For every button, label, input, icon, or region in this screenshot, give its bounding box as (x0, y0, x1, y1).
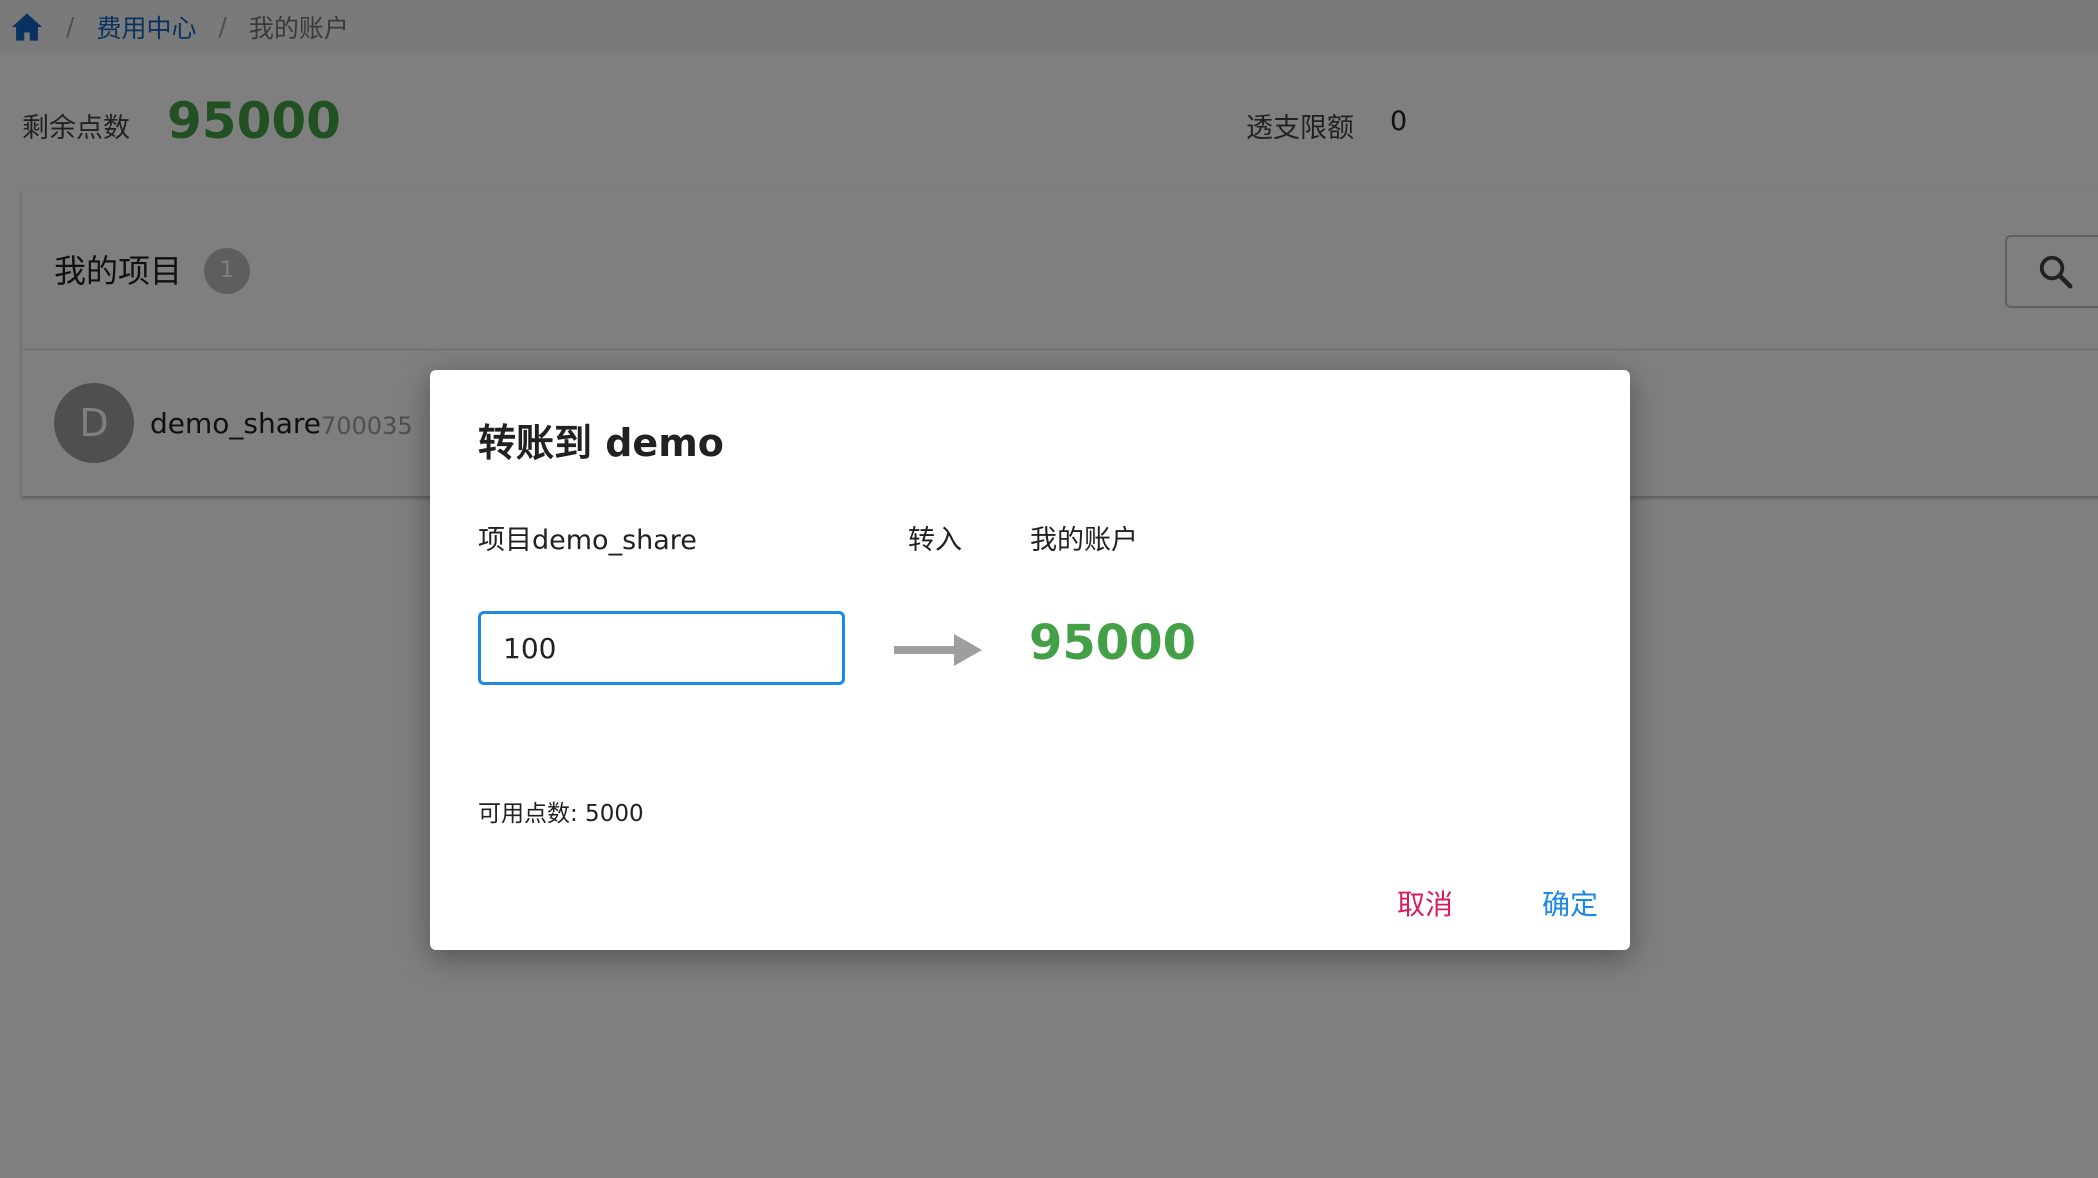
dialog-title: 转账到 demo (478, 421, 724, 465)
transfer-direction-label: 转入 (908, 525, 962, 556)
transfer-target-label: 我的账户 (1030, 525, 1138, 556)
target-balance-value: 95000 (1029, 615, 1196, 671)
confirm-button[interactable]: 确定 (1515, 875, 1625, 931)
available-points-text: 可用点数: 5000 (478, 801, 644, 827)
transfer-amount-input[interactable] (478, 611, 845, 685)
transfer-dialog: 转账到 demo 项目demo_share 转入 我的账户 95000 可用点数… (430, 370, 1630, 950)
transfer-source-label: 项目demo_share (478, 525, 697, 556)
cancel-button[interactable]: 取消 (1370, 875, 1480, 931)
arrow-right-icon (894, 634, 982, 666)
account-page: / 费用中心 / 我的账户 剩余点数 95000 透支限额 0 我的项目 1 D… (0, 0, 2098, 1178)
